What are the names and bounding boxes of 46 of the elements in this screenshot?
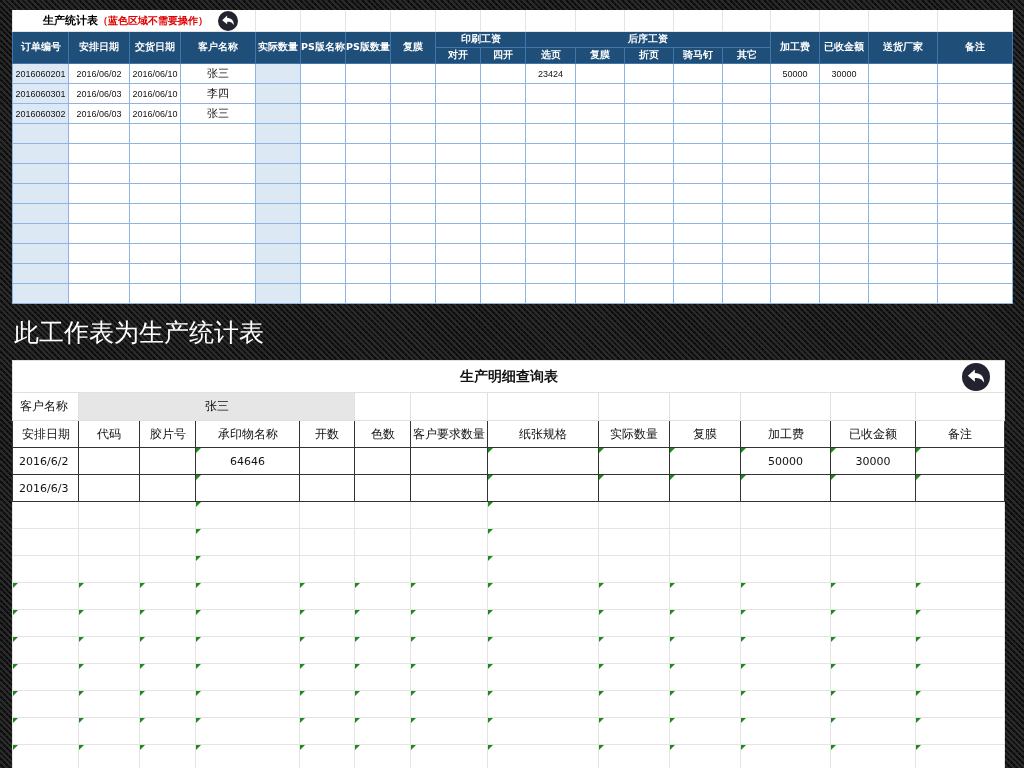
- table-cell: 23424: [538, 68, 563, 79]
- column-header: 加工费: [770, 31, 820, 64]
- section-caption: 此工作表为生产统计表: [14, 317, 264, 349]
- table-cell: 30000: [855, 454, 891, 468]
- column-header: 开数: [299, 420, 355, 448]
- field-label: 客户名称: [20, 399, 68, 413]
- column-header: 代码: [78, 420, 140, 448]
- column-header: 安排日期: [12, 420, 79, 448]
- table-cell: 2016/6/2: [19, 454, 69, 468]
- table-cell: 张三: [207, 107, 229, 119]
- column-header: 色数: [354, 420, 411, 448]
- table-cell: 30000: [831, 68, 857, 79]
- sheet-title: 生产明细查询表: [459, 367, 558, 386]
- column-header: 客户要求数量: [410, 420, 488, 448]
- column-header: 已收金额: [830, 420, 916, 448]
- table-cell: 64646: [230, 454, 265, 468]
- table-cell: 2016/06/02: [76, 68, 122, 79]
- column-header: 复膜: [669, 420, 741, 448]
- column-header: 送货厂家: [868, 31, 938, 64]
- table-cell: 50000: [782, 68, 808, 79]
- table-cell: 50000: [768, 454, 803, 468]
- column-header: 已收金额: [819, 31, 869, 64]
- table-cell: 李四: [207, 87, 229, 99]
- column-header: 实际数量: [598, 420, 670, 448]
- column-header: 订单编号: [12, 31, 69, 64]
- column-header: 备注: [915, 420, 1005, 448]
- column-header: 加工费: [740, 420, 831, 448]
- table-cell: 2016/06/10: [132, 108, 178, 119]
- column-header: 备注: [937, 31, 1013, 64]
- column-header: 胶片号: [139, 420, 196, 448]
- table-cell: 2016/06/10: [132, 68, 178, 79]
- table-cell: 2016060301: [15, 88, 66, 99]
- table-cell: 2016/06/10: [132, 88, 178, 99]
- table-cell: 2016/06/03: [76, 88, 122, 99]
- column-header: 承印物名称: [195, 420, 300, 448]
- column-header: 客户名称: [180, 31, 256, 64]
- column-header: 纸张规格: [487, 420, 599, 448]
- sheet-title: 生产统计表（蓝色区域不需要操作）: [43, 13, 208, 28]
- column-header: 安排日期: [68, 31, 130, 64]
- table-cell: 张三: [207, 67, 229, 79]
- column-header: 交货日期: [129, 31, 181, 64]
- table-cell: 2016/06/03: [76, 108, 122, 119]
- table-cell: 2016/6/3: [19, 481, 69, 495]
- table-cell: 2016060201: [15, 68, 66, 79]
- table-cell: 2016060302: [15, 108, 66, 119]
- field-value: 张三: [204, 399, 229, 413]
